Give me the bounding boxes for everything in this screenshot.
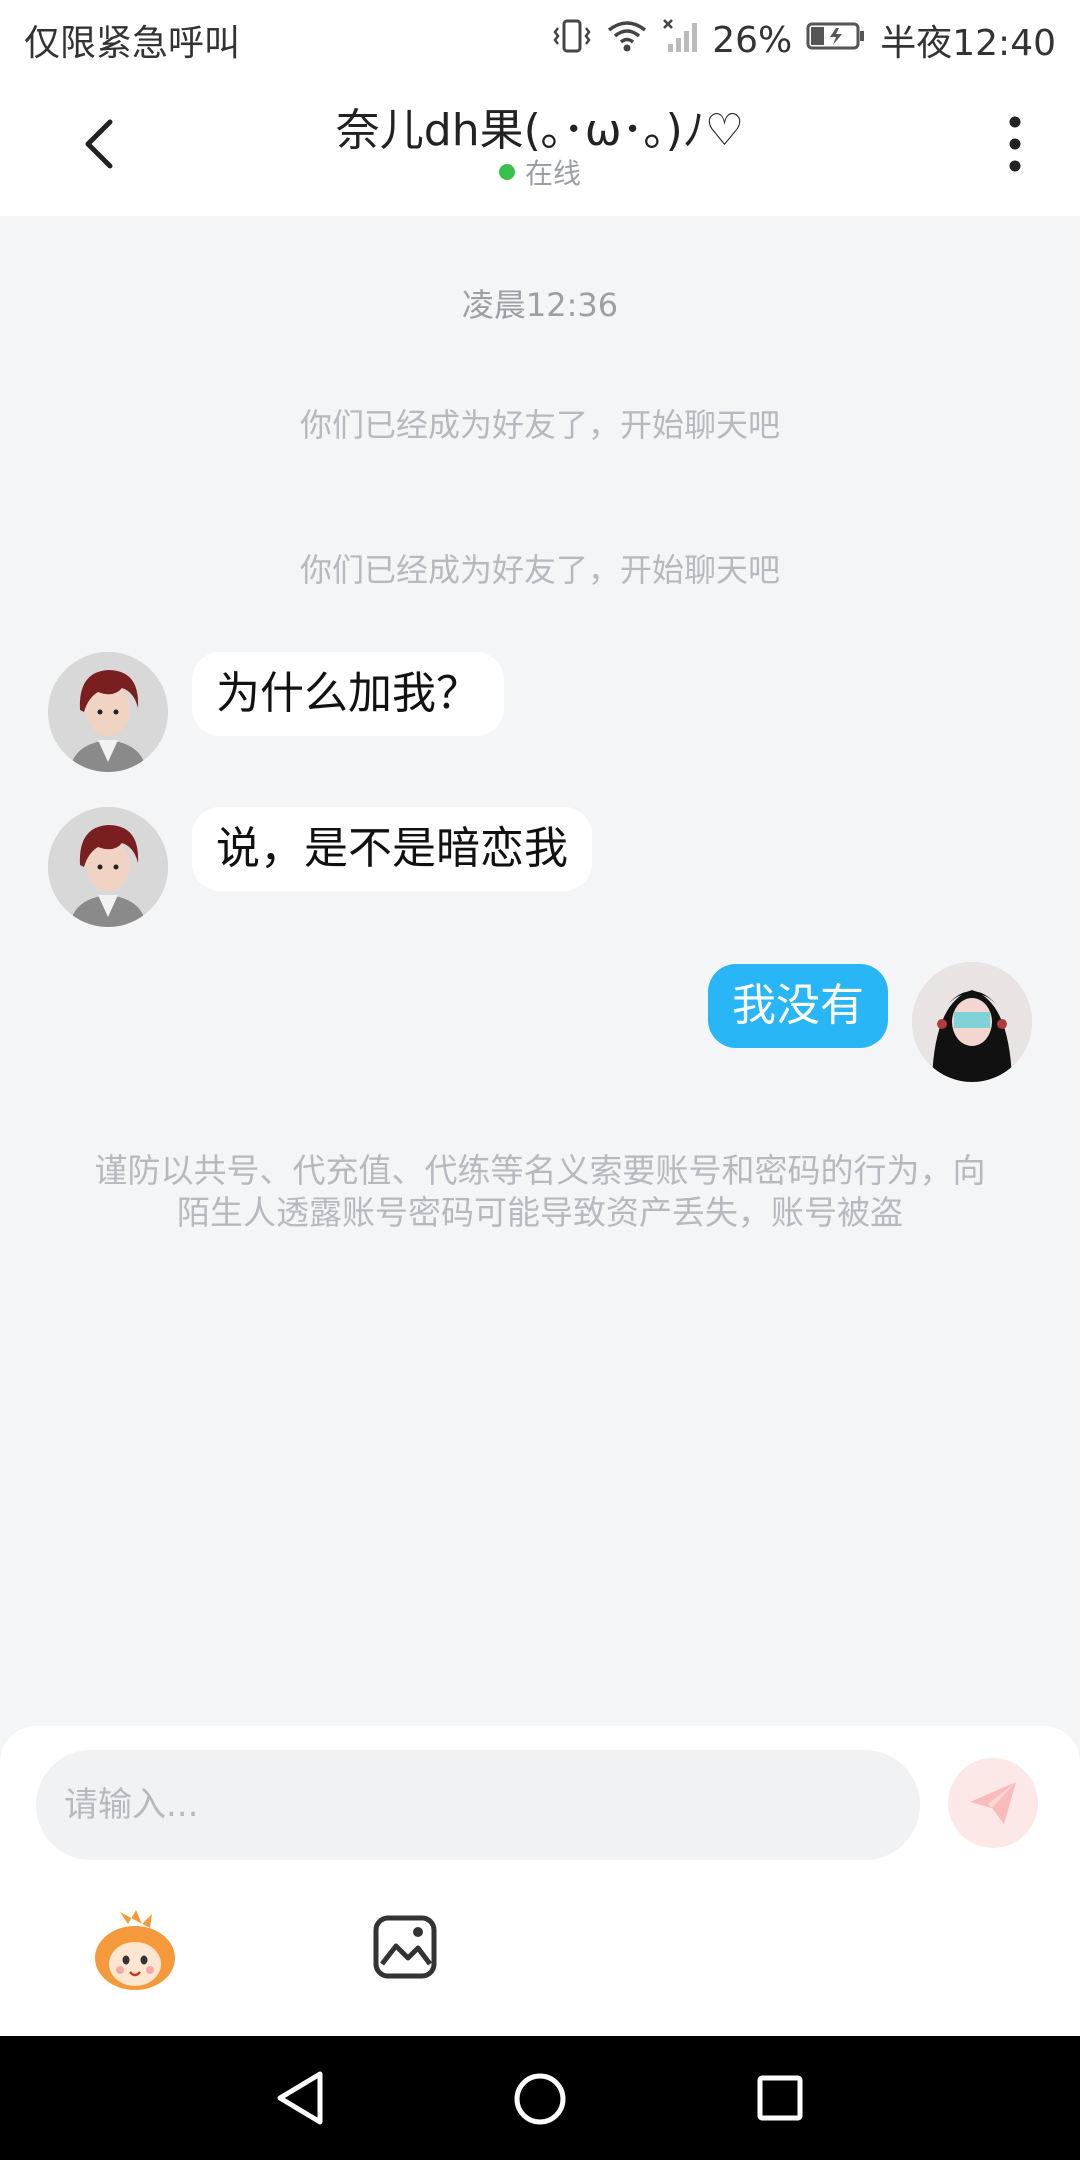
vibrate-icon [552,18,592,63]
nav-back-icon [277,2071,323,2125]
security-warning: 谨防以共号、代充值、代练等名义索要账号和密码的行为，向陌生人透露账号密码可能导致… [94,1151,986,1232]
image-icon [373,1915,437,1979]
image-picker-button[interactable] [372,1914,438,1980]
online-dot-icon [498,164,515,180]
presence-label: 在线 [524,157,581,190]
status-bar: 仅限紧急呼叫 26% 半夜12:40 [0,0,1080,72]
more-options-button[interactable] [990,112,1040,176]
system-navigation-bar [0,2036,1080,2160]
nav-home-icon [514,2073,566,2125]
send-button[interactable] [948,1758,1038,1848]
carrier-text: 仅限紧急呼叫 [24,23,241,64]
contact-avatar[interactable] [48,807,168,927]
nav-back-button[interactable] [272,2068,328,2132]
battery-charging-icon [806,20,866,61]
message-bubble-outgoing[interactable]: 我没有 [708,964,888,1048]
message-bubble-incoming[interactable]: 说，是不是暗恋我 [192,807,592,891]
send-icon [970,1782,1016,1824]
status-icons: 26% 半夜12:40 [552,14,1056,66]
nav-recents-button[interactable] [756,2074,804,2126]
more-vertical-icon [1009,116,1021,172]
message-timestamp: 凌晨12:36 [461,286,619,324]
composer-panel [0,1726,1080,2036]
nav-recents-icon [757,2075,803,2121]
wifi-icon [606,18,648,63]
nav-home-button[interactable] [513,2072,567,2130]
message-bubble-incoming[interactable]: 为什么加我？ [192,652,504,736]
system-message: 你们已经成为好友了，开始聊天吧 [299,551,780,589]
chat-header: 奈儿dh果(｡･ω･｡)ﾉ♡ 在线 [0,72,1080,216]
emoji-mascot-icon [95,1910,175,1990]
no-signal-icon [662,18,698,63]
emoji-button[interactable] [90,1906,180,1996]
battery-percent: 26% [712,19,793,61]
system-message: 你们已经成为好友了，开始聊天吧 [299,406,780,444]
my-avatar[interactable] [912,962,1032,1082]
contact-avatar[interactable] [48,652,168,772]
clock: 半夜12:40 [880,23,1056,64]
message-input[interactable] [36,1750,920,1860]
chat-title: 奈儿dh果(｡･ω･｡)ﾉ♡ [335,105,745,156]
presence-status: 在线 [0,152,1080,192]
